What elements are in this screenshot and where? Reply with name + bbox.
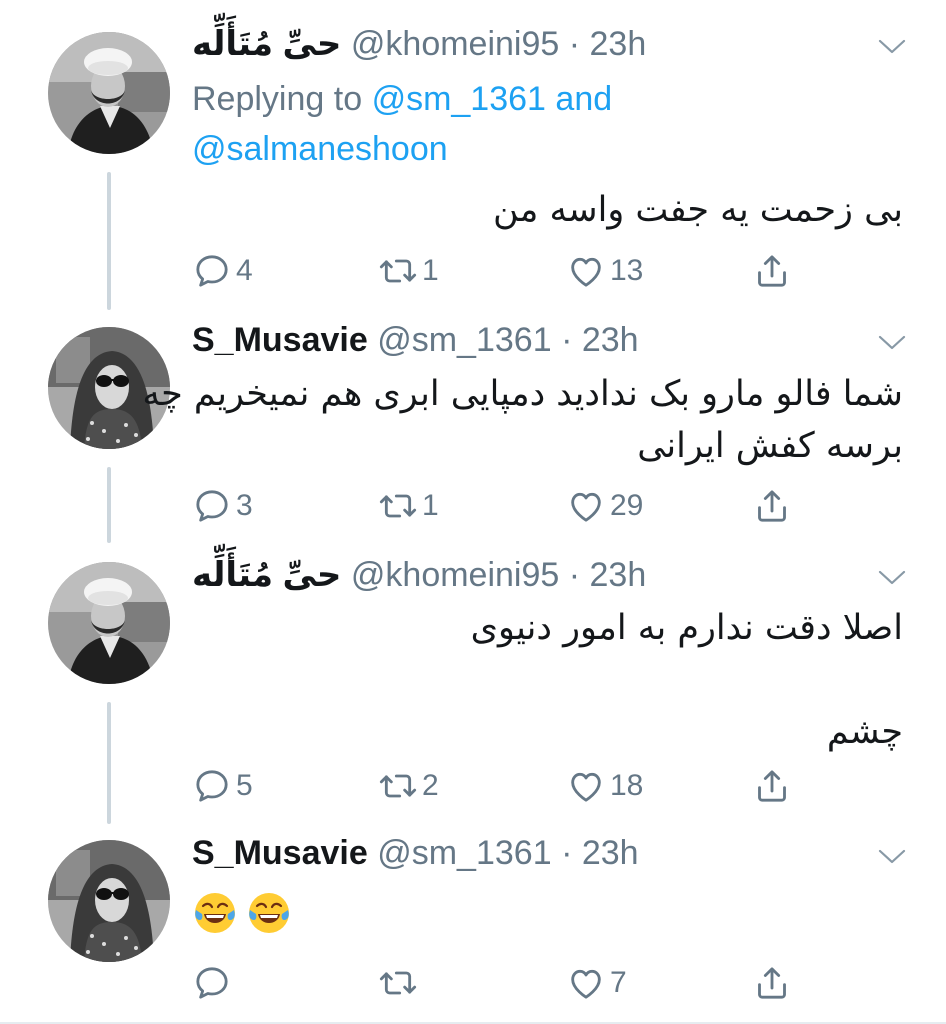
share-icon	[752, 486, 792, 526]
mention-link[interactable]: @sm_1361	[372, 80, 546, 118]
like-count: 29	[610, 489, 644, 522]
avatar-image	[48, 32, 170, 154]
chevron-down-icon[interactable]	[874, 565, 910, 589]
retweet-button[interactable]: 1	[378, 251, 439, 291]
reply-icon	[192, 251, 232, 291]
display-name[interactable]: S_Musavie	[192, 834, 368, 872]
like-count: 7	[610, 966, 627, 999]
like-icon	[566, 486, 606, 526]
timestamp[interactable]: · 23h	[561, 834, 639, 872]
user-handle[interactable]: @sm_1361	[377, 834, 551, 872]
retweet-button[interactable]: 1	[378, 486, 439, 526]
timestamp[interactable]: · 23h	[561, 321, 639, 359]
share-button[interactable]	[752, 486, 792, 526]
retweet-button[interactable]	[378, 963, 422, 1003]
retweet-count: 2	[422, 769, 439, 802]
like-icon	[566, 251, 606, 291]
tweet-text-line: برسه کفش ایرانی	[637, 426, 903, 466]
tweet-actions: 3 1 29	[192, 486, 832, 526]
display-name[interactable]: S_Musavie	[192, 321, 368, 359]
avatar[interactable]	[48, 562, 170, 684]
tweet-header: S_Musavie @sm_1361 · 23h	[192, 834, 639, 873]
avatar[interactable]	[48, 32, 170, 154]
like-button[interactable]: 29	[566, 486, 643, 526]
share-button[interactable]	[752, 963, 792, 1003]
reply-icon	[192, 486, 232, 526]
tweet-text: شما فالو مارو بک ندادید دمپایی ابری هم ن…	[142, 368, 903, 472]
tweet-header: حیِّ مُتَأَلِّه @khomeini95 · 23h	[192, 24, 646, 64]
reply-count: 5	[236, 769, 253, 802]
like-button[interactable]: 18	[566, 766, 643, 806]
thread-line	[107, 702, 111, 824]
reply-button[interactable]: 4	[192, 251, 253, 291]
user-handle[interactable]: @khomeini95	[351, 25, 559, 63]
chevron-down-icon[interactable]	[874, 34, 910, 58]
share-icon	[752, 963, 792, 1003]
tweet-actions: 5 2 18	[192, 766, 832, 806]
user-handle[interactable]: @sm_1361	[377, 321, 551, 359]
retweet-icon	[378, 486, 418, 526]
display-name[interactable]: حیِّ مُتَأَلِّه	[192, 24, 341, 64]
share-icon	[752, 766, 792, 806]
tweet-text-line: اصلا دقت ندارم به امور دنیوی	[470, 608, 903, 648]
timestamp[interactable]: · 23h	[569, 556, 647, 594]
tweet-text-line: بی زحمت یه جفت واسه من	[492, 190, 903, 230]
retweet-button[interactable]: 2	[378, 766, 439, 806]
reply-button[interactable]: 5	[192, 766, 253, 806]
replying-and[interactable]: and	[555, 80, 612, 118]
replying-to: Replying to @sm_1361 and @salmaneshoon	[192, 74, 612, 174]
chevron-down-icon[interactable]	[874, 330, 910, 354]
display-name[interactable]: حیِّ مُتَأَلِّه	[192, 555, 341, 595]
retweet-icon	[378, 251, 418, 291]
share-button[interactable]	[752, 251, 792, 291]
retweet-icon	[378, 766, 418, 806]
avatar-image	[48, 840, 170, 962]
avatar-image	[48, 562, 170, 684]
like-button[interactable]: 7	[566, 963, 627, 1003]
tweet-text: بی زحمت یه جفت واسه من	[493, 184, 903, 236]
reply-count: 3	[236, 489, 253, 522]
user-handle[interactable]: @khomeini95	[351, 556, 559, 594]
like-icon	[566, 963, 606, 1003]
like-icon	[566, 766, 606, 806]
avatar[interactable]	[48, 840, 170, 962]
retweet-count: 1	[422, 489, 439, 522]
tweet-emoji	[192, 890, 292, 936]
thread-line	[107, 172, 111, 310]
tweet-text: اصلا دقت ندارم به امور دنیوی چشم	[471, 602, 903, 758]
reply-count: 4	[236, 254, 253, 287]
chevron-down-icon[interactable]	[874, 844, 910, 868]
tweet-actions: 7	[192, 963, 832, 1003]
like-count: 18	[610, 769, 644, 802]
tweet-text-line: شما فالو مارو بک ندادید دمپایی ابری هم ن…	[142, 374, 903, 414]
tweet-header: S_Musavie @sm_1361 · 23h	[192, 321, 639, 360]
face-with-tears-of-joy-icon	[246, 890, 292, 936]
reply-icon	[192, 766, 232, 806]
retweet-count: 1	[422, 254, 439, 287]
share-button[interactable]	[752, 766, 792, 806]
reply-button[interactable]	[192, 963, 236, 1003]
like-button[interactable]: 13	[566, 251, 643, 291]
thread-line	[107, 467, 111, 543]
timestamp[interactable]: · 23h	[569, 25, 647, 63]
like-count: 13	[610, 254, 644, 287]
share-icon	[752, 251, 792, 291]
tweet-text-line: چشم	[826, 712, 903, 752]
mention-link[interactable]: @salmaneshoon	[192, 130, 448, 168]
face-with-tears-of-joy-icon	[192, 890, 238, 936]
replying-to-label: Replying to	[192, 80, 363, 118]
tweet-header: حیِّ مُتَأَلِّه @khomeini95 · 23h	[192, 555, 646, 595]
reply-icon	[192, 963, 232, 1003]
tweet-actions: 4 1 13	[192, 251, 832, 291]
retweet-icon	[378, 963, 418, 1003]
reply-button[interactable]: 3	[192, 486, 253, 526]
